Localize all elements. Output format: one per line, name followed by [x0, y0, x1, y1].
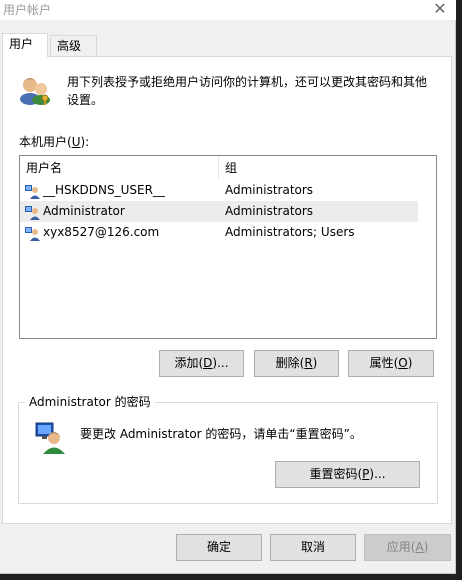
user-name-cell: __HSKDDNS_USER__	[43, 183, 165, 197]
column-divider[interactable]	[218, 156, 219, 178]
table-row[interactable]: __HSKDDNS_USER__ Administrators	[20, 180, 418, 201]
user-accounts-dialog: 用户帐户 ✕ 用户 高级 用下列表授予或拒绝用户访问你的计算机，还可以更改其密码…	[0, 0, 456, 574]
cancel-button[interactable]: 取消	[270, 534, 356, 561]
users-list[interactable]: 用户名 组 __HSKDDNS_USER__ Administrators Ad…	[19, 155, 437, 339]
tab-advanced[interactable]: 高级	[50, 35, 97, 57]
local-users-label: 本机用户(U):	[19, 135, 90, 149]
reset-password-button[interactable]: 重置密码(P)...	[275, 461, 420, 488]
password-message: 要更改 Administrator 的密码，请单击“重置密码”。	[80, 427, 362, 441]
computer-user-icon	[35, 422, 65, 454]
users-icon	[20, 78, 50, 105]
ok-button[interactable]: 确定	[176, 534, 262, 561]
table-row[interactable]: Administrator Administrators	[20, 201, 418, 222]
tab-users[interactable]: 用户	[2, 33, 48, 57]
users-tab-panel: 用下列表授予或拒绝用户访问你的计算机，还可以更改其密码和其他设置。 本机用户(U…	[2, 56, 452, 524]
list-header: 用户名 组	[20, 156, 436, 178]
close-icon[interactable]: ✕	[430, 0, 450, 19]
title-bar[interactable]: 用户帐户 ✕	[0, 0, 456, 20]
user-group-cell: Administrators	[225, 204, 314, 218]
remove-button[interactable]: 删除(R)	[254, 350, 339, 377]
table-row[interactable]: xyx8527@126.com Administrators; Users	[20, 222, 418, 243]
window-title: 用户帐户	[3, 3, 52, 17]
password-groupbox	[18, 402, 438, 504]
user-icon	[25, 185, 40, 199]
column-header-group[interactable]: 组	[225, 159, 237, 176]
user-group-cell: Administrators	[225, 183, 314, 197]
user-icon	[25, 227, 40, 241]
user-name-cell: xyx8527@126.com	[43, 225, 160, 239]
tab-advanced-label: 高级	[57, 39, 82, 53]
apply-button[interactable]: 应用(A)	[364, 534, 451, 561]
description-text: 用下列表授予或拒绝用户访问你的计算机，还可以更改其密码和其他设置。	[67, 75, 428, 107]
user-icon	[25, 206, 40, 220]
password-group-title: Administrator 的密码	[25, 393, 155, 410]
user-name-cell: Administrator	[43, 204, 125, 218]
properties-button[interactable]: 属性(O)	[348, 350, 434, 377]
user-group-cell: Administrators; Users	[225, 225, 355, 239]
tab-users-label: 用户	[9, 37, 34, 51]
add-button[interactable]: 添加(D)...	[159, 350, 244, 377]
column-header-username[interactable]: 用户名	[26, 159, 62, 176]
